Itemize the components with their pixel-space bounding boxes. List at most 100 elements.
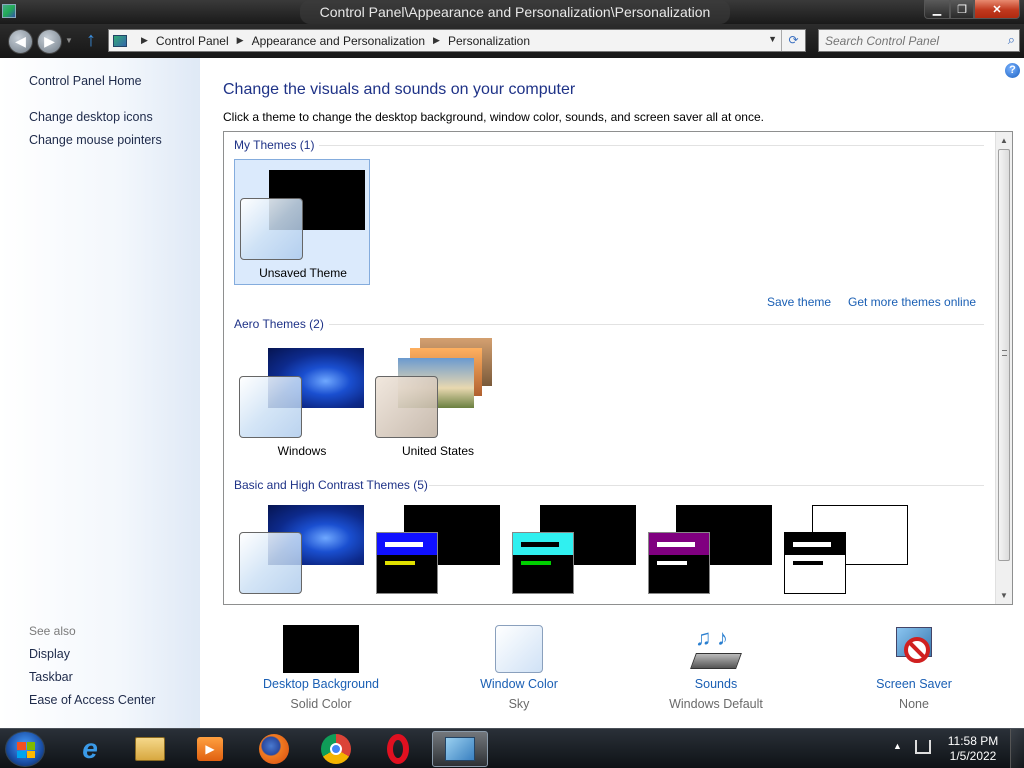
opera-icon[interactable] — [370, 731, 426, 767]
desktop-background-value: Solid Color — [290, 697, 352, 711]
window-pane-preview — [375, 376, 438, 438]
sounds-value: Windows Default — [669, 697, 763, 711]
scroll-down-icon[interactable]: ▼ — [996, 587, 1012, 604]
windows-logo-icon — [17, 742, 35, 758]
scroll-up-icon[interactable]: ▲ — [996, 132, 1012, 149]
theme-windows[interactable]: Windows — [234, 338, 370, 464]
divider — [329, 324, 984, 325]
theme-label: United States — [401, 444, 475, 458]
ease-of-access-link[interactable]: Ease of Access Center — [29, 693, 155, 707]
search-box[interactable]: ⌕ — [818, 29, 1020, 52]
media-player-icon[interactable]: ▶ — [182, 731, 238, 767]
clock-time: 11:58 PM — [947, 734, 999, 748]
theme-high-contrast-white[interactable] — [778, 499, 914, 604]
vertical-scrollbar[interactable]: ▲ ▼ — [995, 132, 1012, 604]
breadcrumb-control-panel[interactable]: Control Panel — [156, 34, 229, 48]
get-more-themes-link[interactable]: Get more themes online — [848, 295, 976, 309]
control-panel-icon[interactable] — [432, 731, 488, 767]
close-button[interactable]: ✕ — [974, 0, 1020, 19]
desktop-background-icon — [283, 625, 359, 673]
contrast-window-preview — [376, 532, 438, 594]
theme-high-contrast-black[interactable] — [642, 499, 778, 604]
sidebar: Control Panel Home Change desktop icons … — [0, 58, 200, 728]
control-panel-icon — [2, 4, 16, 18]
show-hidden-icons-icon[interactable]: ▲ — [893, 741, 902, 751]
divider — [319, 145, 984, 146]
save-theme-link[interactable]: Save theme — [767, 295, 831, 309]
chrome-icon[interactable] — [308, 731, 364, 767]
theme-high-contrast-1[interactable] — [370, 499, 506, 604]
theme-united-states[interactable]: United States — [370, 338, 506, 464]
sounds-link[interactable]: Sounds — [616, 677, 816, 691]
window-pane-preview — [240, 198, 303, 260]
up-arrow-icon[interactable]: ↑ — [86, 29, 96, 52]
see-also-heading: See also — [29, 624, 76, 638]
contrast-window-preview — [512, 532, 574, 594]
window-pane-preview — [239, 532, 302, 594]
system-clock[interactable]: 11:58 PM 1/5/2022 — [942, 734, 1004, 764]
breadcrumb-personalization[interactable]: Personalization — [448, 34, 530, 48]
file-explorer-icon[interactable] — [122, 731, 178, 767]
recent-pages-dropdown-icon[interactable]: ▼ — [65, 36, 73, 45]
network-icon[interactable] — [915, 740, 931, 754]
contrast-window-preview — [648, 532, 710, 594]
theme-label: Windows — [277, 444, 327, 458]
display-link[interactable]: Display — [29, 647, 70, 661]
internet-explorer-icon[interactable]: e — [62, 731, 118, 767]
address-bar[interactable]: ▶ Control Panel ▶ Appearance and Persona… — [108, 29, 806, 52]
screen-saver-value: None — [899, 697, 929, 711]
page-description: Click a theme to change the desktop back… — [223, 110, 764, 124]
firefox-icon[interactable] — [246, 731, 302, 767]
window-color-link[interactable]: Window Color — [419, 677, 619, 691]
screen-saver-icon — [890, 625, 938, 673]
theme-windows-basic[interactable] — [234, 499, 370, 604]
my-themes-heading: My Themes (1) — [234, 138, 315, 152]
help-icon[interactable]: ? — [1005, 63, 1020, 78]
search-input[interactable] — [825, 30, 995, 51]
sounds-icon: ♫ ♪ — [690, 625, 742, 673]
screen-saver-link[interactable]: Screen Saver — [814, 677, 1014, 691]
window-title: Control Panel\Appearance and Personaliza… — [300, 0, 730, 24]
show-desktop-button[interactable] — [1010, 729, 1024, 768]
refresh-icon[interactable]: ⟳ — [781, 30, 805, 51]
start-button[interactable] — [5, 731, 45, 767]
theme-list: My Themes (1) Unsaved Theme Save theme G… — [223, 131, 1013, 605]
change-mouse-pointers-link[interactable]: Change mouse pointers — [29, 133, 162, 147]
screen-saver-setting[interactable]: Screen Saver None — [814, 618, 1014, 711]
window-pane-preview — [239, 376, 302, 438]
basic-themes-heading: Basic and High Contrast Themes (5) — [234, 478, 428, 492]
search-icon[interactable]: ⌕ — [1008, 32, 1015, 48]
theme-label: Unsaved Theme — [259, 266, 347, 280]
maximize-button[interactable]: ❐ — [950, 0, 974, 19]
theme-unsaved[interactable]: Unsaved Theme — [234, 159, 370, 285]
taskbar: e ▶ ▲ 11:58 PM 1/5/2022 — [0, 728, 1024, 768]
address-dropdown-icon[interactable]: ▼ — [768, 34, 777, 44]
back-button[interactable]: ◀ — [8, 29, 33, 54]
control-panel-home-link[interactable]: Control Panel Home — [29, 74, 142, 88]
change-desktop-icons-link[interactable]: Change desktop icons — [29, 110, 153, 124]
breadcrumb-separator-icon[interactable]: ▶ — [141, 35, 148, 46]
forward-button[interactable]: ▶ — [37, 29, 62, 54]
desktop-background-setting[interactable]: Desktop Background Solid Color — [221, 618, 421, 711]
theme-high-contrast-2[interactable] — [506, 499, 642, 604]
breadcrumb-separator-icon[interactable]: ▶ — [237, 35, 244, 46]
window-color-value: Sky — [508, 697, 530, 711]
caption-buttons: ▁ ❐ ✕ — [924, 0, 1020, 20]
scroll-grip — [1002, 350, 1007, 356]
navigation-bar: ◀ ▶ ▼ ↑ ▶ Control Panel ▶ Appearance and… — [0, 24, 1024, 58]
window-color-setting[interactable]: Window Color Sky — [419, 618, 619, 711]
minimize-button[interactable]: ▁ — [924, 0, 950, 19]
sounds-setting[interactable]: ♫ ♪ Sounds Windows Default — [616, 618, 816, 711]
desktop-background-link[interactable]: Desktop Background — [221, 677, 421, 691]
contrast-window-preview — [784, 532, 846, 594]
control-panel-icon — [113, 34, 127, 47]
window-color-icon — [495, 625, 543, 673]
divider — [429, 485, 984, 486]
title-bar: Control Panel\Appearance and Personaliza… — [0, 0, 1024, 24]
clock-date: 1/5/2022 — [949, 749, 997, 763]
taskbar-link[interactable]: Taskbar — [29, 670, 73, 684]
breadcrumb-appearance[interactable]: Appearance and Personalization — [252, 34, 425, 48]
scroll-thumb[interactable] — [998, 149, 1010, 561]
breadcrumb-separator-icon[interactable]: ▶ — [433, 35, 440, 46]
main-content: ? Change the visuals and sounds on your … — [200, 58, 1024, 728]
